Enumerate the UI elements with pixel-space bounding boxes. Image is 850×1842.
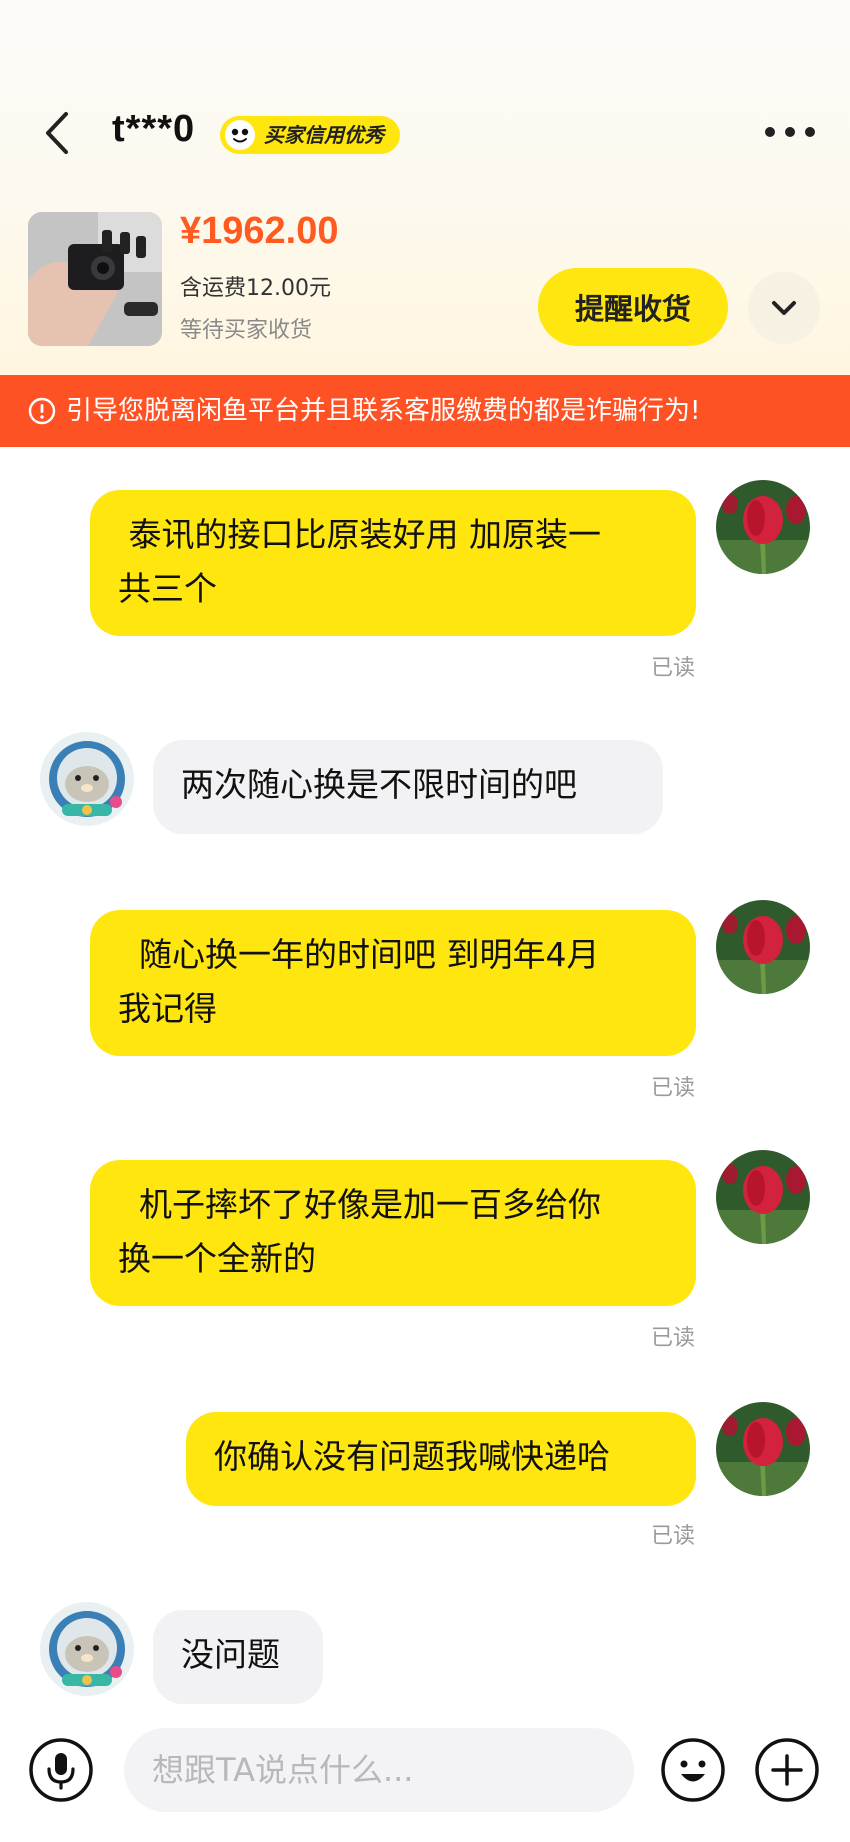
order-status: 等待买家收货 <box>180 318 313 343</box>
message-bubble-sent[interactable]: 随心换一年的时间吧 到明年4月 我记得 <box>90 910 696 1056</box>
message-bubble-sent[interactable]: 泰讯的接口比原装好用 加原装一 共三个 <box>90 490 696 636</box>
message-bubble-received[interactable]: 两次随心换是不限时间的吧 <box>153 740 663 834</box>
more-options-icon[interactable] <box>760 115 820 149</box>
shipping-fee: 含运费12.00元 <box>180 276 331 301</box>
plus-icon[interactable] <box>754 1737 820 1803</box>
message-bubble-sent[interactable]: 机子摔坏了好像是加一百多给你 换一个全新的 <box>90 1160 696 1306</box>
my-avatar[interactable] <box>716 1402 810 1496</box>
my-avatar[interactable] <box>716 1150 810 1244</box>
warning-icon <box>28 397 56 425</box>
contact-avatar[interactable] <box>40 732 134 826</box>
fraud-warning-banner: 引导您脱离闲鱼平台并且联系客服缴费的都是诈骗行为! <box>0 375 850 447</box>
message-input[interactable] <box>124 1728 634 1812</box>
emoji-icon[interactable] <box>660 1737 726 1803</box>
product-thumbnail[interactable] <box>28 212 162 346</box>
message-bubble-received[interactable]: 没问题 <box>153 1610 323 1704</box>
back-icon[interactable] <box>38 108 78 158</box>
warning-text: 引导您脱离闲鱼平台并且联系客服缴费的都是诈骗行为! <box>66 396 701 426</box>
voice-icon[interactable] <box>28 1737 94 1803</box>
contact-nickname[interactable]: t***0 <box>112 108 195 151</box>
smiley-face-icon <box>225 120 255 150</box>
chevron-down-icon[interactable] <box>748 272 820 344</box>
credit-badge[interactable]: 买家信用优秀 <box>220 116 400 154</box>
read-receipt: 已读 <box>651 1524 696 1549</box>
product-price: ¥1962.00 <box>180 210 339 252</box>
read-receipt: 已读 <box>651 1076 696 1101</box>
remind-receipt-button[interactable]: 提醒收货 <box>538 268 728 346</box>
my-avatar[interactable] <box>716 480 810 574</box>
read-receipt: 已读 <box>651 656 696 681</box>
contact-avatar[interactable] <box>40 1602 134 1696</box>
credit-badge-label: 买家信用优秀 <box>264 123 384 147</box>
read-receipt: 已读 <box>651 1326 696 1351</box>
message-bubble-sent[interactable]: 你确认没有问题我喊快递哈 <box>186 1412 696 1506</box>
my-avatar[interactable] <box>716 900 810 994</box>
